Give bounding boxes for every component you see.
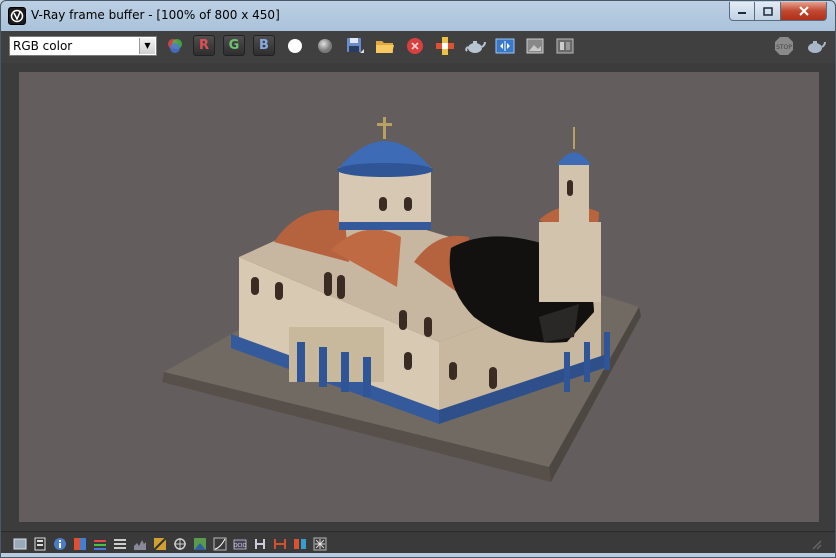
chevron-down-icon[interactable]: ▼	[139, 38, 155, 54]
vray-logo-icon	[8, 7, 26, 25]
render-viewport[interactable]	[1, 63, 835, 531]
save-icon[interactable]	[344, 35, 366, 57]
stop-icon[interactable]: STOP	[773, 35, 795, 57]
minimize-icon	[738, 12, 746, 14]
exposure-icon[interactable]	[153, 536, 167, 551]
region-render-icon[interactable]	[434, 35, 456, 57]
snowflake-icon[interactable]	[313, 536, 327, 551]
color-correction-icon[interactable]	[73, 536, 87, 550]
film-strip-icon[interactable]	[33, 536, 47, 551]
histogram-panel-icon[interactable]	[13, 536, 27, 550]
curve-graph-icon[interactable]	[213, 536, 227, 551]
render-image[interactable]	[19, 72, 819, 522]
ocio-icon[interactable]: OCIO	[233, 536, 247, 550]
levels-icon[interactable]	[93, 536, 107, 550]
green-channel-button[interactable]: G	[223, 35, 245, 56]
channel-select-value: RGB color	[13, 39, 73, 53]
lut-icon[interactable]	[193, 536, 207, 550]
render-teapot-icon[interactable]	[804, 35, 826, 57]
compare-ab-icon[interactable]	[494, 35, 516, 57]
clear-icon[interactable]	[404, 35, 426, 57]
image-icon[interactable]	[524, 35, 546, 57]
red-channel-button[interactable]: R	[193, 35, 215, 56]
window-title: V-Ray frame buffer - [100% of 800 x 450]	[31, 8, 280, 22]
minimize-button[interactable]	[729, 2, 755, 21]
blue-channel-button[interactable]: B	[253, 35, 275, 56]
white-circle-icon[interactable]	[284, 35, 306, 57]
status-bar: OCIO	[1, 531, 835, 554]
teapot-render-icon[interactable]	[464, 35, 486, 57]
channel-select[interactable]: RGB color ▼	[9, 36, 157, 56]
maximize-icon	[762, 6, 773, 16]
open-folder-icon[interactable]	[374, 35, 396, 57]
filter-icon[interactable]	[173, 536, 187, 550]
resize-grip-icon[interactable]	[809, 536, 823, 550]
range-icon[interactable]	[273, 536, 287, 550]
toolbar: RGB color ▼ R G B STOP	[1, 31, 835, 63]
histogram-icon[interactable]	[133, 536, 147, 550]
curves-icon[interactable]	[113, 536, 127, 550]
history-icon[interactable]	[554, 35, 576, 57]
title-bar[interactable]: V-Ray frame buffer - [100% of 800 x 450]	[1, 1, 835, 31]
svg-text:OCIO: OCIO	[234, 543, 247, 549]
window-bottom-border	[1, 553, 835, 557]
svg-text:STOP: STOP	[776, 44, 792, 51]
color-wheel-icon[interactable]	[164, 35, 186, 57]
info-icon[interactable]	[53, 536, 67, 550]
close-icon	[798, 6, 809, 16]
hue-h-icon[interactable]	[253, 536, 267, 550]
stereo-icon[interactable]	[293, 536, 307, 550]
maximize-button[interactable]	[755, 2, 781, 21]
close-button[interactable]	[781, 2, 827, 21]
vfb-window: V-Ray frame buffer - [100% of 800 x 450]…	[0, 0, 836, 558]
grey-circle-icon[interactable]	[314, 35, 336, 57]
